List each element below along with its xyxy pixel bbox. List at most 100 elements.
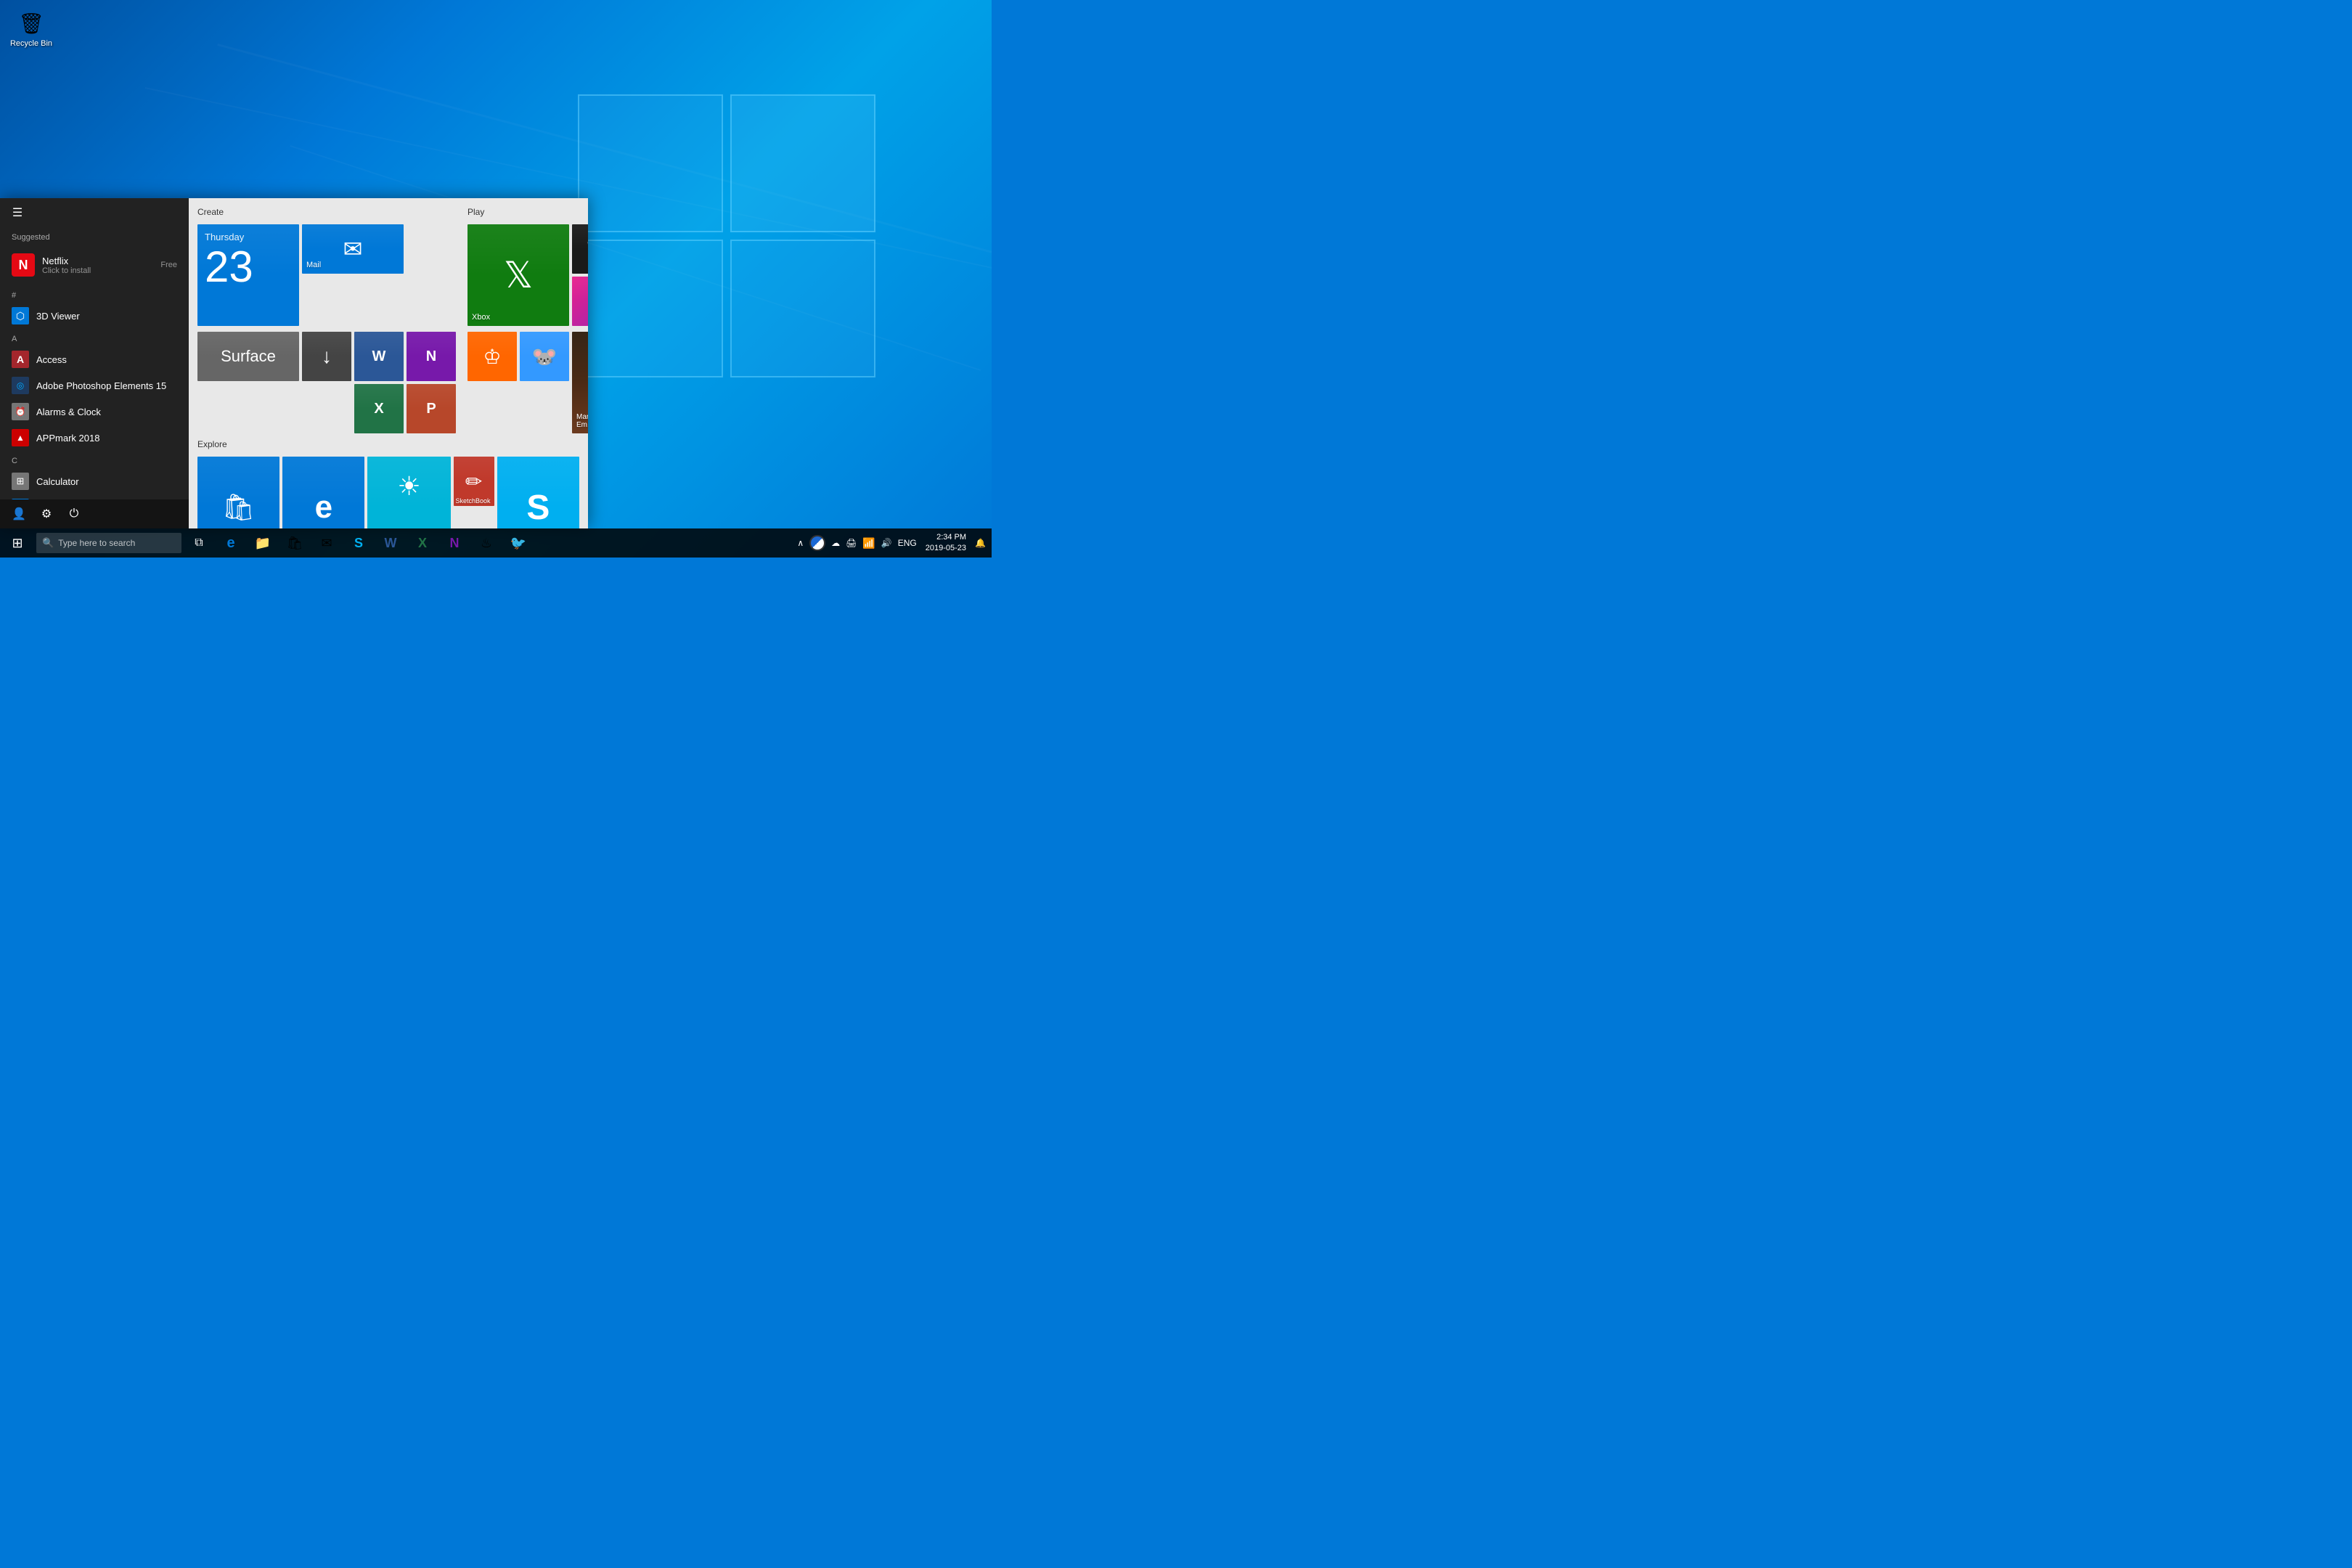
3d-viewer-icon: ⬡ (12, 307, 29, 324)
calendar-tile[interactable]: Thursday 23 (197, 224, 299, 326)
app-calculator[interactable]: ⊞ Calculator (0, 468, 189, 494)
hamburger-icon: ☰ (12, 205, 23, 220)
taskbar-onenote[interactable]: N (438, 528, 470, 558)
app-appmark[interactable]: ▲ APPmark 2018 (0, 425, 189, 451)
system-clock[interactable]: 2:34 PM 2019-05-23 (920, 532, 972, 555)
taskbar-twitter[interactable]: 🐦 (502, 528, 534, 558)
sketchbook-tile-label: SketchBook (456, 497, 491, 505)
surface-tile-label: Surface (221, 347, 276, 366)
taskbar-mail-icon: ✉ (321, 536, 332, 551)
start-menu-tiles: Create Thursday 23 ✉ Mail (189, 198, 588, 528)
calculator-label: Calculator (36, 476, 79, 487)
start-icon: ⊞ (12, 536, 23, 551)
app-access[interactable]: A Access (0, 346, 189, 372)
store-tile[interactable]: 🛍 Microsoft Store (197, 457, 279, 528)
tray-cloud[interactable]: ☁ (828, 528, 843, 558)
edge-icon: e (315, 489, 332, 526)
tray-bmw[interactable] (807, 528, 828, 558)
task-view-button[interactable]: ⧉ (183, 528, 215, 558)
recycle-bin-label: Recycle Bin (10, 39, 52, 49)
tray-speaker[interactable]: 🔊 (878, 528, 895, 558)
system-tray: ∧ ☁ 🖨 📶 🔊 ENG 2:34 PM 2019- (794, 528, 992, 558)
section-c: C (0, 451, 189, 468)
xbox-tile-label: Xbox (472, 313, 490, 322)
powerpoint-tile[interactable]: P (407, 384, 456, 433)
netflix-item[interactable]: N Netflix Click to install Free (0, 245, 189, 285)
skype-tile[interactable]: S Skype (497, 457, 579, 528)
tray-chevron[interactable]: ∧ (794, 528, 807, 558)
calendar-day-name: Thursday (205, 232, 244, 242)
taskbar-twitter-icon: 🐦 (510, 536, 526, 551)
taskbar-steam[interactable]: ♨ (470, 528, 502, 558)
user-account-button[interactable]: 👤 (6, 501, 32, 527)
explore-row-1: 🛍 Microsoft Store e Microsoft Edge ☀ Wea… (197, 457, 579, 528)
tray-wifi[interactable]: 📶 (859, 528, 878, 558)
cloud-icon: ☁ (831, 538, 840, 548)
mail-tile[interactable]: ✉ Mail (302, 224, 404, 274)
speaker-icon: 🔊 (881, 538, 892, 548)
groove-tile[interactable]: ♪ (572, 277, 588, 326)
edge-tile[interactable]: e Microsoft Edge (282, 457, 364, 528)
section-hash: # (0, 285, 189, 303)
win-pane-tl (578, 94, 723, 232)
app-3d-viewer[interactable]: ⬡ 3D Viewer (0, 303, 189, 329)
search-icon: 🔍 (42, 537, 54, 549)
taskbar-store[interactable]: 🛍 (279, 528, 311, 558)
recycle-bin-icon[interactable]: 🗑 Recycle Bin (6, 6, 57, 52)
wifi-icon: 📶 (862, 537, 875, 550)
start-button[interactable]: ⊞ (0, 528, 35, 558)
app-calendar[interactable]: 📅 Calendar (0, 494, 189, 499)
play-row-1: 𝕏 Xbox 🎬 ♪ (467, 224, 588, 326)
tray-notification[interactable]: 🔔 (972, 528, 989, 558)
taskbar-skype[interactable]: S (343, 528, 375, 558)
netflix-badge: Free (160, 261, 177, 269)
app-alarms[interactable]: ⏰ Alarms & Clock (0, 399, 189, 425)
xbox-tile[interactable]: 𝕏 Xbox (467, 224, 569, 326)
store-icon: 🛍 (222, 492, 256, 523)
mickey-tile[interactable]: 🐭 (520, 332, 569, 381)
onenote-tile[interactable]: N (407, 332, 456, 381)
sketchbook-tile[interactable]: ✏ SketchBook (454, 457, 494, 506)
task-view-icon: ⧉ (195, 536, 203, 550)
tray-lang[interactable]: ENG (895, 528, 920, 558)
taskbar-excel[interactable]: X (407, 528, 438, 558)
taskbar-edge[interactable]: e (215, 528, 247, 558)
start-bottom-panel: 👤 ⚙ ⏻ (0, 499, 189, 528)
search-bar[interactable]: 🔍 Type here to search (36, 533, 181, 553)
user-icon: 👤 (12, 507, 26, 521)
settings-icon: ⚙ (41, 507, 52, 521)
march-tile[interactable]: ⚔️ March of Em... (572, 332, 588, 433)
tray-printer[interactable]: 🖨 (843, 528, 859, 558)
netflix-name: Netflix (42, 256, 91, 266)
word-tile[interactable]: W (354, 332, 404, 381)
settings-button[interactable]: ⚙ (33, 501, 60, 527)
excel-tile[interactable]: X (354, 384, 404, 433)
taskbar-mail[interactable]: ✉ (311, 528, 343, 558)
king-tile[interactable]: ♔ (467, 332, 517, 381)
download-tile[interactable]: ↓ (302, 332, 351, 381)
weather-sun-icon: ☀ (397, 471, 420, 502)
power-button[interactable]: ⏻ (61, 501, 87, 527)
3d-viewer-label: 3D Viewer (36, 311, 80, 322)
printer-icon: 🖨 (846, 538, 857, 548)
desktop: 🗑 Recycle Bin ☰ Suggested N Netflix Clic… (0, 0, 992, 558)
taskbar-file-explorer[interactable]: 📁 (247, 528, 279, 558)
film-tile[interactable]: 🎬 (572, 224, 588, 274)
suggested-label: Suggested (0, 227, 189, 245)
ppt-icon: P (426, 401, 436, 417)
app-adobe-photoshop[interactable]: ◎ Adobe Photoshop Elements 15 (0, 372, 189, 399)
taskbar-excel-icon: X (418, 536, 427, 551)
netflix-sub: Click to install (42, 266, 91, 275)
access-icon: A (12, 351, 29, 368)
skype-icon: S (526, 488, 550, 528)
taskbar-word[interactable]: W (375, 528, 407, 558)
section-a: A (0, 329, 189, 346)
hamburger-menu-button[interactable]: ☰ (0, 198, 35, 227)
clock-date: 2019-05-23 (926, 543, 966, 554)
weather-tile[interactable]: ☀ Weather (367, 457, 450, 528)
taskbar-onenote-icon: N (450, 536, 460, 551)
taskbar-app-list: e 📁 🛍 ✉ S W X N ♨ (215, 528, 794, 558)
surface-tile[interactable]: Surface (197, 332, 299, 381)
win-pane-br (730, 240, 875, 377)
mail-tile-label: Mail (306, 261, 321, 269)
